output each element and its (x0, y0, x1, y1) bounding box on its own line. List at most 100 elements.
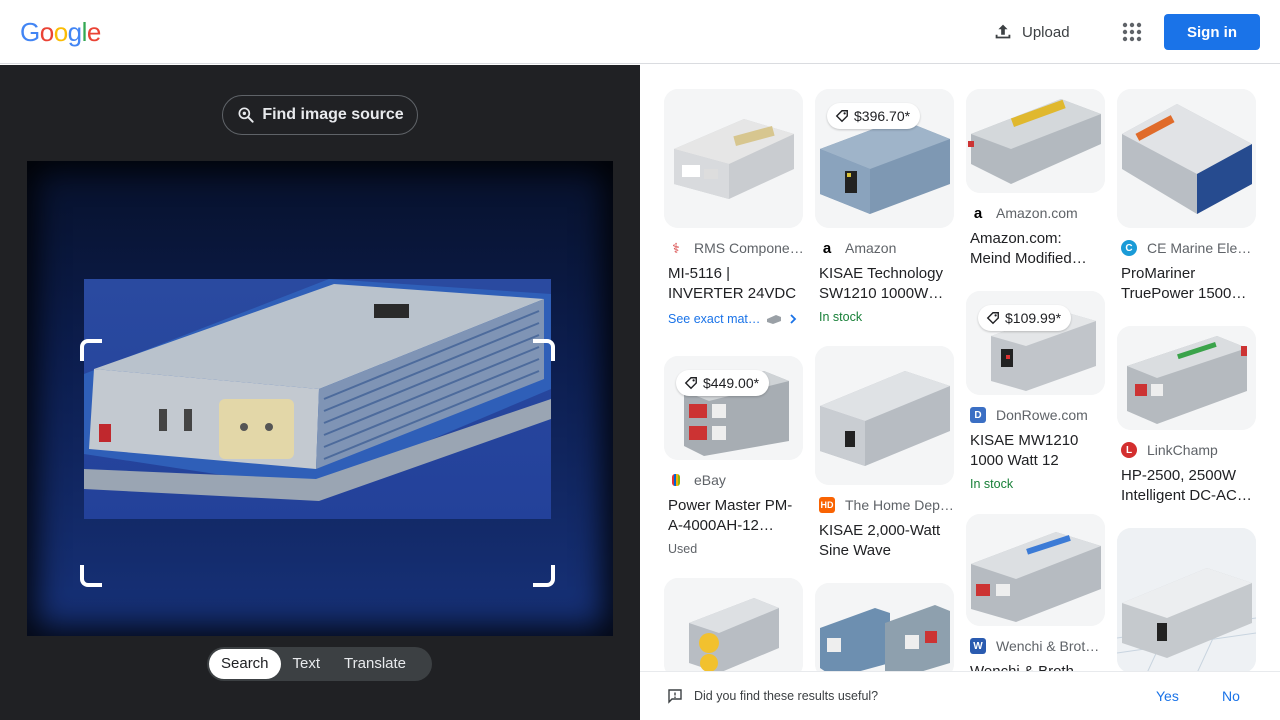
price-badge: $109.99* (978, 305, 1072, 331)
result-thumbnail[interactable] (966, 89, 1105, 193)
result-card[interactable]: L LinkChamp HP-2500, 2500W Intelligent D… (1117, 326, 1257, 506)
logo-letter: e (86, 17, 101, 47)
see-exact-matches-link[interactable]: See exact mat… (664, 312, 804, 326)
logo-letter: o (53, 17, 68, 47)
chevron-right-icon (790, 314, 797, 324)
wenchi-logo-icon: W (970, 638, 986, 654)
result-title[interactable]: ProMariner TruePower 1500… (1117, 264, 1253, 304)
result-source[interactable]: a Amazon (815, 240, 955, 256)
result-source[interactable]: L LinkChamp (1117, 442, 1257, 458)
result-card[interactable]: $396.70* a Amazon KISAE Technology SW121… (815, 89, 955, 324)
google-logo[interactable]: Google (20, 18, 101, 46)
feedback-icon (668, 689, 682, 704)
mode-text[interactable]: Text (281, 649, 333, 679)
mode-search[interactable]: Search (209, 649, 281, 679)
amazon-logo-icon: a (970, 205, 986, 221)
crop-handle-top-right[interactable] (533, 339, 555, 361)
ebay-logo-icon (672, 474, 680, 486)
condition-label: Used (668, 542, 698, 556)
feedback-yes-button[interactable]: Yes (1156, 688, 1179, 704)
result-source[interactable]: D DonRowe.com (966, 407, 1106, 423)
image-vignette (27, 161, 613, 636)
result-card[interactable] (664, 578, 804, 678)
crop-handle-bottom-right[interactable] (533, 565, 555, 587)
result-thumbnail[interactable]: $396.70* (815, 89, 954, 228)
ce-marine-logo-icon: C (1121, 240, 1137, 256)
result-source-name: Amazon.com (996, 205, 1078, 221)
mode-translate[interactable]: Translate (332, 649, 418, 679)
find-image-source-label: Find image source (262, 106, 404, 123)
result-card[interactable]: C CE Marine Ele… ProMariner TruePower 15… (1117, 89, 1257, 304)
upload-button[interactable]: Upload (992, 20, 1070, 44)
logo-letter: g (67, 17, 82, 47)
result-card[interactable] (1117, 528, 1257, 673)
image-search-icon (238, 107, 254, 123)
result-card[interactable] (815, 583, 955, 678)
price-tag-icon (835, 110, 848, 123)
price-value: $396.70* (854, 108, 911, 124)
result-card[interactable]: HD The Home Dep… KISAE 2,000-Watt Sine W… (815, 346, 955, 561)
result-source[interactable]: HD The Home Dep… (815, 497, 955, 513)
feedback-no-button[interactable]: No (1222, 688, 1240, 704)
result-source-name: RMS Compone… (694, 240, 804, 256)
header: Google Upload Sign in (0, 0, 1280, 64)
price-tag-icon (986, 312, 999, 325)
result-thumbnail[interactable] (815, 583, 954, 678)
result-title[interactable]: KISAE MW1210 1000 Watt 12 Volt… (966, 431, 1102, 471)
price-badge: $449.00* (676, 370, 770, 396)
result-source[interactable]: W Wenchi & Brot… (966, 638, 1106, 654)
linkchamp-logo-icon: L (1121, 442, 1137, 458)
apps-grid-icon[interactable] (1120, 20, 1144, 44)
result-thumbnail[interactable]: $109.99* (966, 291, 1105, 395)
result-title[interactable]: KISAE Technology SW1210 1000W… (815, 264, 951, 304)
upload-icon (995, 24, 1011, 39)
result-thumbnail[interactable] (664, 578, 803, 678)
result-title[interactable]: HP-2500, 2500W Intelligent DC-AC… (1117, 466, 1253, 506)
stock-status: In stock (970, 477, 1014, 491)
result-source-name: eBay (694, 472, 726, 488)
result-source-name: LinkChamp (1147, 442, 1218, 458)
result-title[interactable]: Amazon.com: Meind Modified… (966, 229, 1102, 269)
find-image-source-button[interactable]: Find image source (222, 95, 418, 135)
result-source-name: Amazon (845, 240, 897, 256)
result-thumbnail[interactable] (664, 89, 803, 228)
result-thumbnail[interactable]: $449.00* (664, 356, 803, 460)
donrowe-logo-icon: D (970, 407, 986, 423)
search-mode-toggle: Search Text Translate (207, 647, 432, 681)
logo-letter: G (20, 17, 40, 47)
result-thumbnail[interactable] (1117, 89, 1256, 228)
price-tag-icon (684, 377, 697, 390)
result-source[interactable]: eBay (664, 472, 804, 488)
result-thumbnail[interactable] (815, 346, 954, 485)
upload-label: Upload (1022, 23, 1070, 41)
result-source-name: Wenchi & Brot… (996, 638, 1100, 654)
result-source[interactable]: a Amazon.com (966, 205, 1106, 221)
result-thumbnail[interactable] (1117, 326, 1256, 430)
price-value: $449.00* (703, 375, 760, 391)
result-source[interactable]: C CE Marine Ele… (1117, 240, 1257, 256)
visual-matches-grid: ⚕ RMS Compone… MI-5116 | INVERTER 24VDC … (640, 65, 1280, 720)
result-thumbnail[interactable] (1117, 528, 1256, 673)
result-card[interactable]: $449.00* eBay Power Master PM-A-4000AH-1… (664, 356, 804, 556)
sign-in-button[interactable]: Sign in (1164, 14, 1260, 50)
result-thumbnail[interactable] (966, 514, 1105, 626)
stock-status: In stock (819, 310, 863, 324)
result-source-name: The Home Dep… (845, 497, 954, 513)
crop-handle-top-left[interactable] (80, 339, 102, 361)
feedback-bar: Did you find these results useful? Yes N… (640, 671, 1280, 720)
query-image-panel: Find image source Search Text Translate (0, 65, 640, 720)
result-title[interactable]: Power Master PM-A-4000AH-12… (664, 496, 800, 536)
result-card[interactable]: $109.99* D DonRowe.com KISAE MW1210 1000… (966, 291, 1106, 491)
result-card[interactable]: a Amazon.com Amazon.com: Meind Modified… (966, 89, 1106, 269)
result-title[interactable]: MI-5116 | INVERTER 24VDC / 240VAC… (664, 264, 800, 304)
result-title[interactable]: KISAE 2,000-Watt Sine Wave Inverte… (815, 521, 951, 561)
result-source-name: DonRowe.com (996, 407, 1088, 423)
query-image (27, 161, 613, 636)
result-card[interactable]: ⚕ RMS Compone… MI-5116 | INVERTER 24VDC … (664, 89, 804, 326)
price-badge: $396.70* (827, 103, 921, 129)
crop-handle-bottom-left[interactable] (80, 565, 102, 587)
logo-letter: o (39, 17, 54, 47)
result-source[interactable]: ⚕ RMS Compone… (664, 240, 804, 256)
exact-match-thumb-icon (767, 315, 782, 324)
result-source-name: CE Marine Ele… (1147, 240, 1252, 256)
